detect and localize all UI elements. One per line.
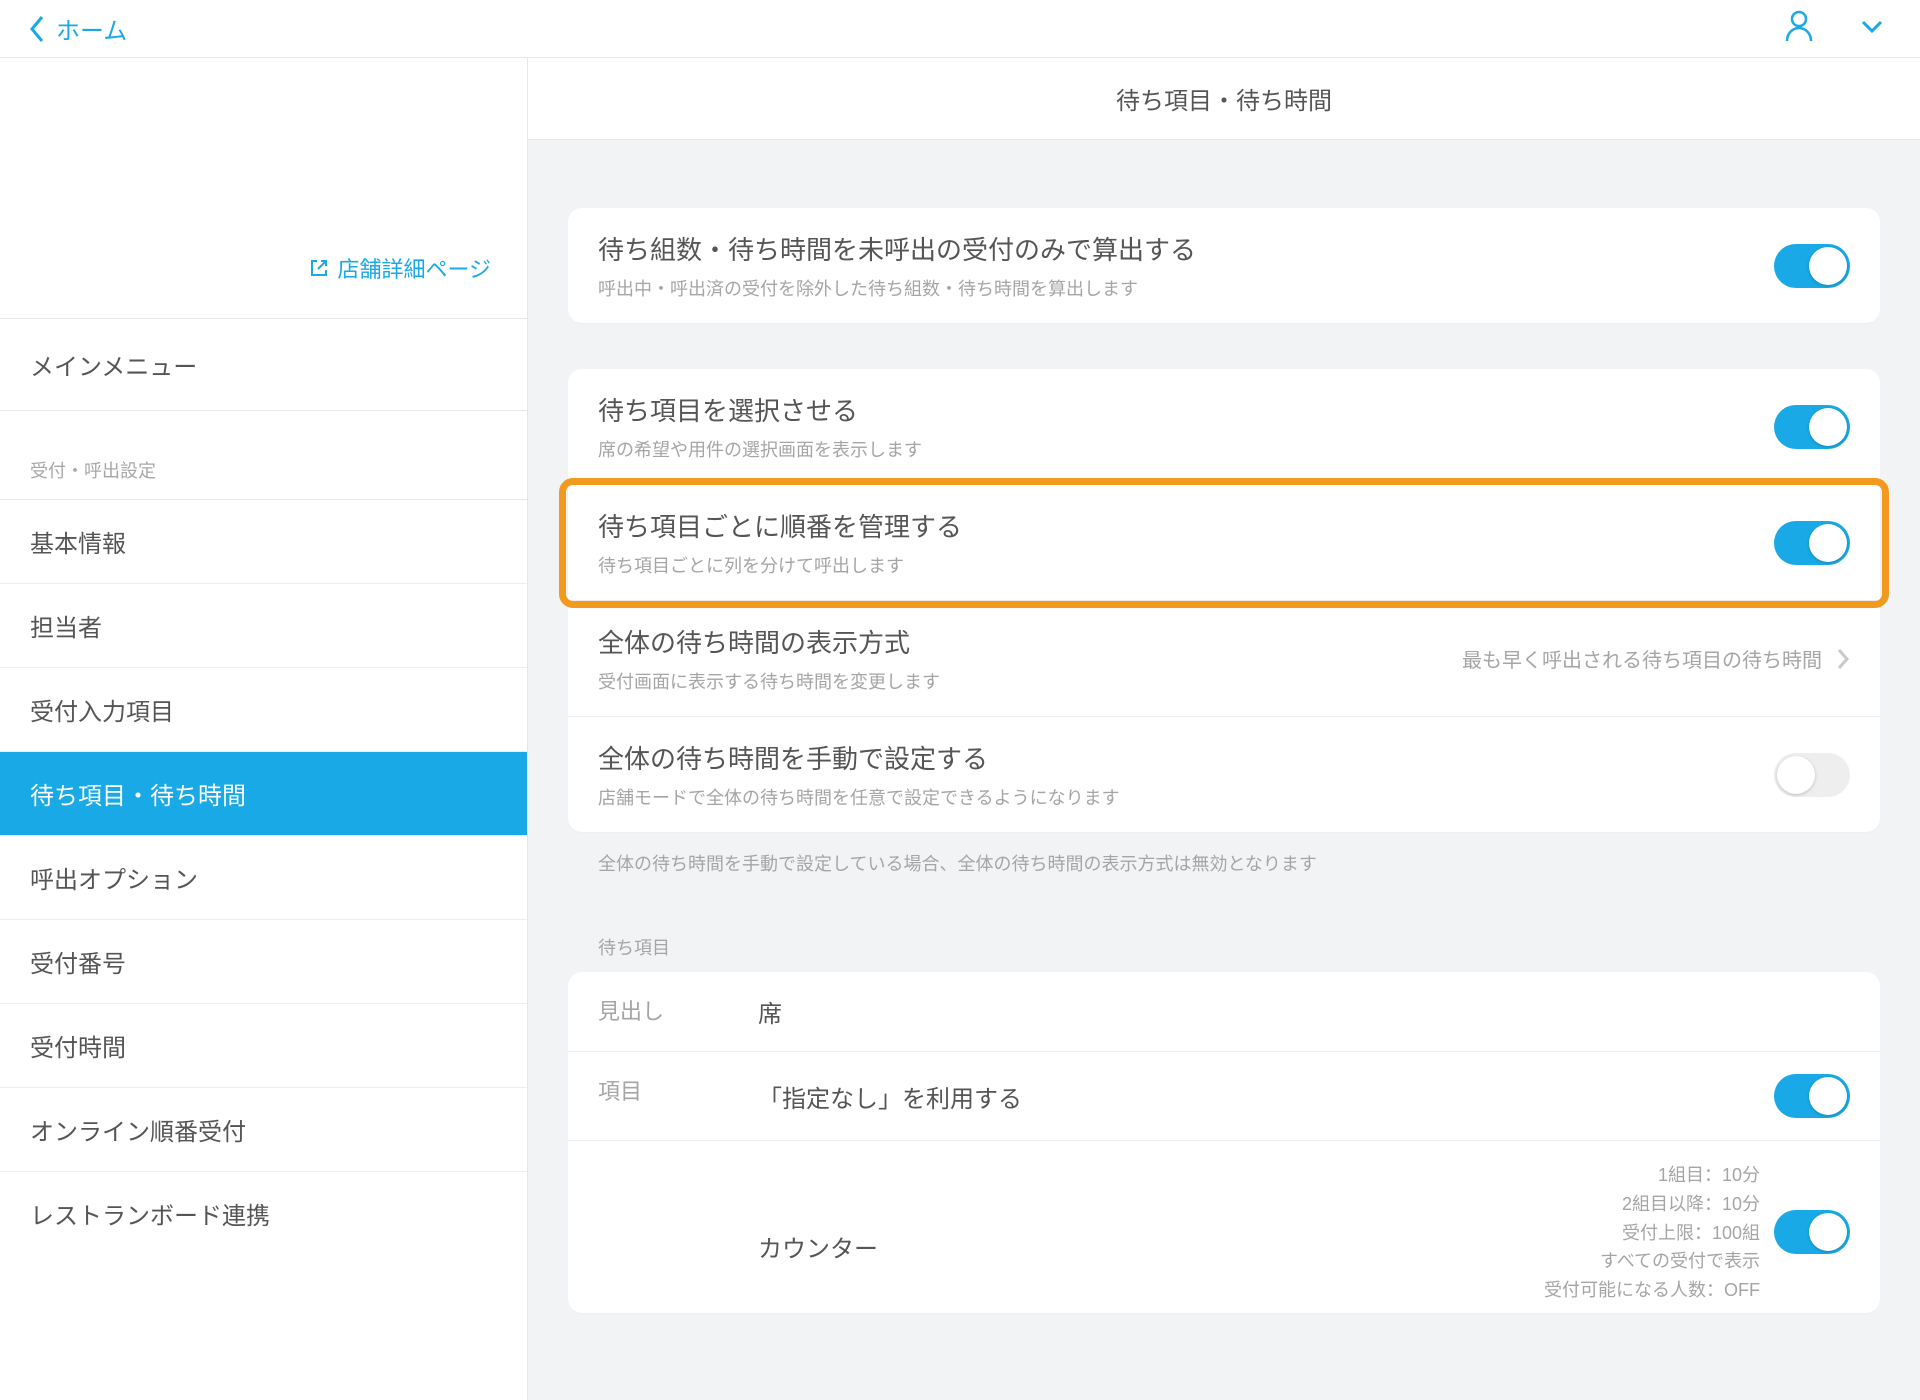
toggle-calc-uncalled[interactable] (1774, 244, 1850, 288)
counter-meta: 1組目：10分 2組目以降：10分 受付上限：100組 すべての受付で表示 受付… (1544, 1159, 1774, 1305)
display-method-text: 最も早く呼出される待ち項目の待ち時間 (1462, 644, 1822, 673)
field-value-heading: 席 (758, 994, 782, 1029)
sidebar-item-reception-time[interactable]: 受付時間 (0, 1004, 527, 1088)
setting-title: 待ち項目を選択させる (598, 391, 1774, 428)
sidebar-item-online-queue[interactable]: オンライン順番受付 (0, 1088, 527, 1172)
topbar-right (1784, 10, 1884, 48)
chevron-right-icon (1836, 647, 1850, 671)
setting-group-calc-uncalled: 待ち組数・待ち時間を未呼出の受付のみで算出する 呼出中・呼出済の受付を除外した待… (568, 208, 1880, 323)
counter-line5: 受付可能になる人数：OFF (1544, 1276, 1760, 1305)
sidebar-item-wait-items[interactable]: 待ち項目・待ち時間 (0, 752, 527, 836)
main-menu-button[interactable]: メインメニュー (0, 318, 527, 411)
page-title: 待ち項目・待ち時間 (528, 58, 1920, 140)
setting-desc: 呼出中・呼出済の受付を除外した待ち組数・待ち時間を算出します (598, 275, 1774, 301)
setting-group-wait-items: 待ち項目を選択させる 席の希望や用件の選択画面を表示します 待ち項目ごとに順番を… (568, 369, 1880, 832)
counter-line3: 受付上限：100組 (1544, 1219, 1760, 1248)
setting-desc: 店舗モードで全体の待ち時間を任意で設定できるようになります (598, 784, 1774, 810)
sidebar-item-reception-number[interactable]: 受付番号 (0, 920, 527, 1004)
display-method-value[interactable]: 最も早く呼出される待ち項目の待ち時間 (1462, 644, 1850, 673)
toggle-use-none[interactable] (1774, 1074, 1850, 1118)
sidebar: 店舗詳細ページ メインメニュー 受付・呼出設定 基本情報 担当者 受付入力項目 … (0, 58, 528, 1400)
setting-desc: 受付画面に表示する待ち時間を変更します (598, 668, 1462, 694)
topbar: ホーム (0, 0, 1920, 58)
back-label: ホーム (56, 11, 127, 46)
counter-line1: 1組目：10分 (1544, 1161, 1760, 1190)
toggle-manual-wait-time[interactable] (1774, 753, 1850, 797)
section-label-wait-items: 待ち項目 (568, 876, 1880, 972)
toggle-counter[interactable] (1774, 1210, 1850, 1254)
sidebar-item-basic-info[interactable]: 基本情報 (0, 500, 527, 584)
row-use-none: 項目 「指定なし」を利用する (568, 1052, 1880, 1141)
wait-items-card: 見出し 席 項目 「指定なし」を利用する カウンター (568, 972, 1880, 1313)
external-link-icon (309, 258, 329, 278)
setting-desc: 席の希望や用件の選択画面を表示します (598, 436, 1774, 462)
counter-line4: すべての受付で表示 (1544, 1247, 1760, 1276)
toggle-manage-per-item[interactable] (1774, 521, 1850, 565)
setting-desc: 待ち項目ごとに列を分けて呼出します (598, 552, 1774, 578)
sidebar-section-label: 受付・呼出設定 (0, 411, 527, 500)
use-none-label: 「指定なし」を利用する (758, 1079, 1774, 1114)
toggle-select-wait-items[interactable] (1774, 405, 1850, 449)
note-manual-override: 全体の待ち時間を手動で設定している場合、全体の待ち時間の表示方式は無効となります (568, 832, 1880, 876)
counter-line2: 2組目以降：10分 (1544, 1190, 1760, 1219)
sidebar-item-restaurant-board[interactable]: レストランボード連携 (0, 1172, 527, 1255)
counter-name: カウンター (758, 1199, 1544, 1264)
chevron-left-icon (28, 14, 46, 44)
setting-title: 待ち項目ごとに順番を管理する (598, 507, 1774, 544)
chevron-down-icon[interactable] (1860, 17, 1884, 41)
sidebar-item-input-fields[interactable]: 受付入力項目 (0, 668, 527, 752)
setting-title: 全体の待ち時間の表示方式 (598, 623, 1462, 660)
user-icon[interactable] (1784, 10, 1814, 48)
row-heading[interactable]: 見出し 席 (568, 972, 1880, 1052)
field-label-items: 項目 (598, 1074, 758, 1106)
setting-title: 待ち組数・待ち時間を未呼出の受付のみで算出する (598, 230, 1774, 267)
setting-title: 全体の待ち時間を手動で設定する (598, 739, 1774, 776)
sidebar-item-call-options[interactable]: 呼出オプション (0, 836, 527, 920)
field-label-heading: 見出し (598, 994, 758, 1026)
main: 待ち項目・待ち時間 待ち組数・待ち時間を未呼出の受付のみで算出する 呼出中・呼出… (528, 58, 1920, 1400)
store-detail-link[interactable]: 店舗詳細ページ (0, 252, 527, 318)
store-detail-label: 店舗詳細ページ (337, 252, 491, 284)
row-display-method[interactable]: 全体の待ち時間の表示方式 受付画面に表示する待ち時間を変更します 最も早く呼出さ… (568, 601, 1880, 717)
row-counter[interactable]: カウンター 1組目：10分 2組目以降：10分 受付上限：100組 すべての受付… (568, 1141, 1880, 1313)
back-button[interactable]: ホーム (28, 11, 127, 46)
sidebar-item-staff[interactable]: 担当者 (0, 584, 527, 668)
